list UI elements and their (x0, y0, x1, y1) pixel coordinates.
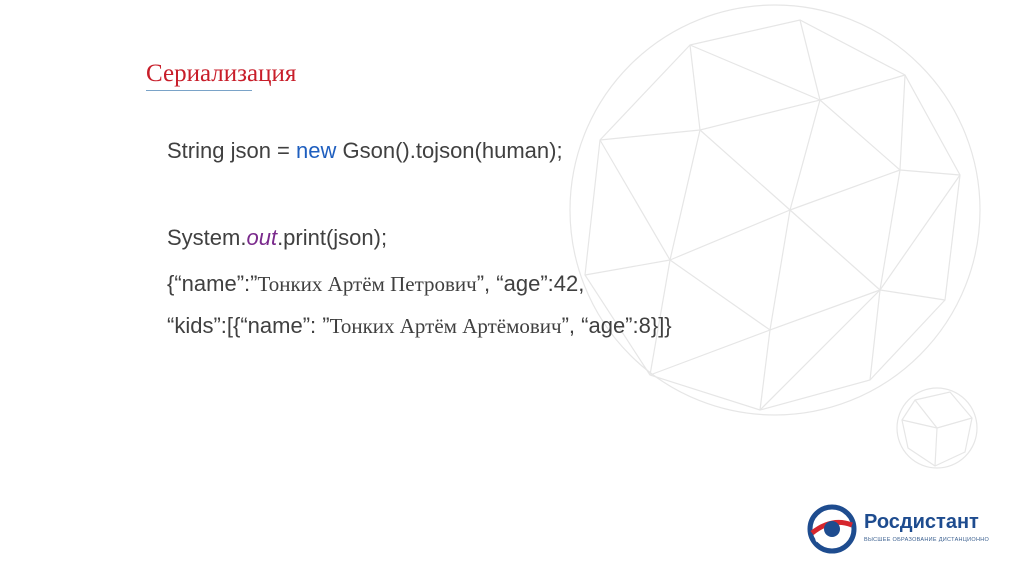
code-text: {“name”:” (167, 271, 258, 296)
code-text: ”, “age”:8}]} (561, 313, 672, 338)
code-text: String json = (167, 138, 297, 163)
json-line-1: {“name”:”Тонких Артём Петрович”, “age”:4… (167, 271, 584, 297)
title-underline (146, 90, 252, 91)
code-text: “kids”:[{“name”: ” (167, 313, 330, 338)
json-line-2: “kids”:[{“name”: ”Тонких Артём Артёмович… (167, 313, 672, 339)
rosdistant-logo: Росдистант ВЫСШЕЕ ОБРАЗОВАНИЕ ДИСТАНЦИОН… (806, 503, 996, 555)
code-text: Gson().tojson(human); (336, 138, 563, 163)
logo-tagline: ВЫСШЕЕ ОБРАЗОВАНИЕ ДИСТАНЦИОННО (864, 537, 990, 543)
code-line-1: String json = new Gson().tojson(human); (167, 138, 563, 164)
italic-out: out (246, 225, 278, 250)
russian-name: Тонких Артём Артёмович (329, 314, 562, 338)
code-text: .print(json); (277, 225, 388, 250)
slide-title: Сериализация (146, 60, 297, 87)
code-text: System. (167, 225, 247, 250)
logo-name: Росдистант (864, 511, 979, 533)
russian-name: Тонких Артём Петрович (257, 272, 477, 296)
code-line-2: System.out.print(json); (167, 225, 387, 251)
keyword-new: new (296, 138, 337, 163)
logo-emblem-icon (807, 504, 857, 554)
code-text: ”, “age”:42, (476, 271, 585, 296)
